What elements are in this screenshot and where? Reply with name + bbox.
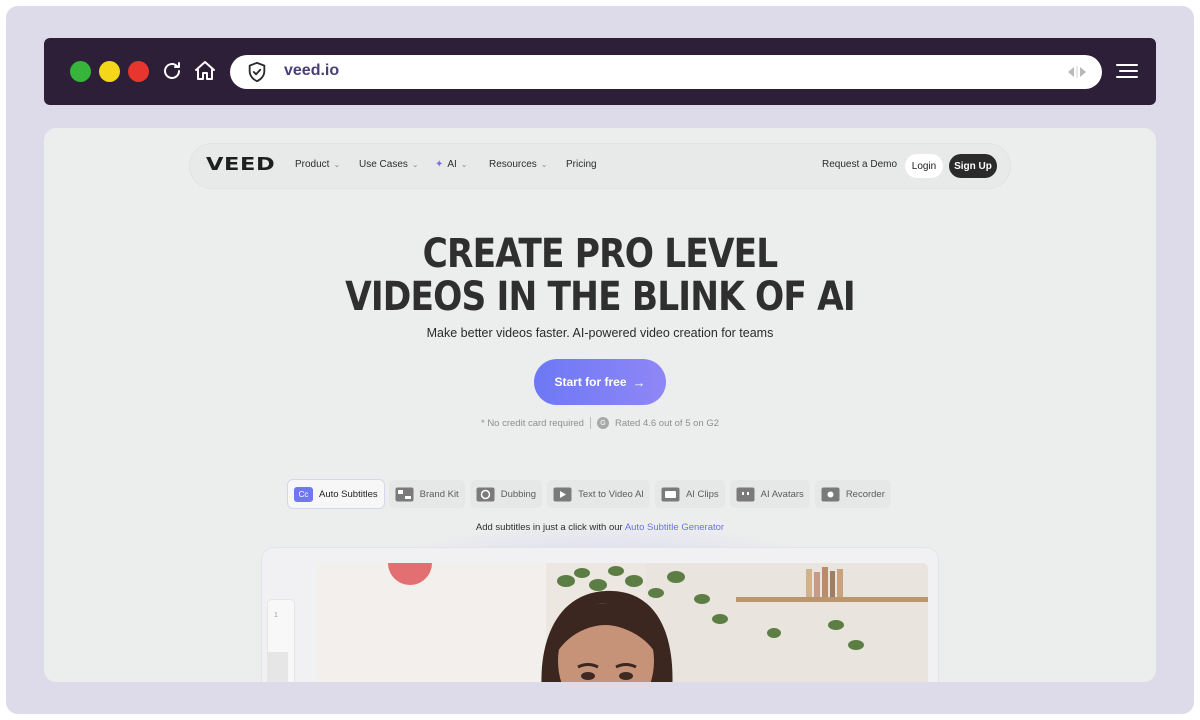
side-panel-strip — [268, 652, 288, 682]
lightning-icon: ✦ — [435, 159, 444, 170]
no-credit-card-note: * No credit card required — [480, 417, 584, 429]
request-demo-link[interactable]: Request a Demo — [822, 159, 897, 170]
tab-label: AI Clips — [685, 488, 719, 500]
rating-text: Rated 4.6 out of 5 on G2 — [614, 417, 719, 429]
signup-button[interactable]: Sign Up — [949, 154, 997, 178]
window-maximize-button[interactable] — [70, 61, 91, 82]
window-minimize-button[interactable] — [99, 61, 120, 82]
shelf — [736, 597, 928, 602]
feature-caption: Add subtitles in just a click with our A… — [44, 522, 1156, 533]
recorder-icon — [821, 487, 840, 501]
nav-item-ai[interactable]: ✦ AI ⌄ — [435, 159, 468, 170]
video-frame-illustration — [316, 563, 928, 682]
tab-label: Text to Video AI — [578, 488, 644, 500]
cta-label: Start for free — [554, 375, 627, 389]
nav-item-label: Use Cases — [359, 159, 408, 170]
tab-label: Auto Subtitles — [319, 488, 378, 500]
veed-logo[interactable]: VEED — [206, 154, 275, 175]
hero-title-line-1: CREATE PRO LEVEL — [422, 231, 779, 277]
brand-kit-icon — [395, 487, 414, 501]
home-icon[interactable] — [193, 59, 217, 83]
back-forward-icon[interactable] — [1066, 65, 1088, 79]
nav-item-product[interactable]: Product ⌄ — [295, 159, 340, 170]
tab-ai-avatars[interactable]: AI Avatars — [729, 480, 810, 508]
nav-item-pricing[interactable]: Pricing — [566, 159, 597, 170]
url-text[interactable]: veed.io — [284, 62, 339, 80]
tab-text-to-video-ai[interactable]: Text to Video AI — [547, 480, 650, 508]
tab-recorder[interactable]: Recorder — [814, 480, 891, 508]
login-button[interactable]: Login — [905, 154, 943, 178]
site-navbar: VEED Product ⌄ Use Cases ⌄ ✦ AI ⌄ Resour… — [190, 144, 1010, 188]
window-close-button[interactable] — [128, 61, 149, 82]
tab-dubbing[interactable]: Dubbing — [469, 480, 543, 508]
tab-label: Recorder — [845, 488, 885, 500]
tab-auto-subtitles[interactable]: Cc Auto Subtitles — [288, 480, 384, 508]
shield-icon — [248, 61, 266, 83]
hamburger-menu-icon[interactable] — [1116, 63, 1138, 79]
page-viewport: VEED Product ⌄ Use Cases ⌄ ✦ AI ⌄ Resour… — [44, 128, 1156, 682]
tab-brand-kit[interactable]: Brand Kit — [388, 480, 465, 508]
nav-item-label: Resources — [489, 159, 537, 170]
line-number: 1 — [274, 612, 278, 619]
arrow-right-icon: → — [632, 374, 646, 390]
chevron-down-icon: ⌄ — [540, 160, 548, 169]
trust-line: * No credit card required G Rated 4.6 ou… — [44, 417, 1156, 429]
nav-item-label: Pricing — [566, 159, 597, 170]
tab-label: Brand Kit — [419, 488, 459, 500]
editor-side-panel: 1 — [268, 600, 294, 682]
hero-title-line-2: VIDEOS IN THE BLINK OF AI — [345, 274, 856, 320]
chevron-down-icon: ⌄ — [333, 160, 341, 169]
tab-ai-clips[interactable]: AI Clips — [654, 480, 725, 508]
address-bar[interactable]: veed.io — [230, 55, 1102, 89]
dubbing-icon — [476, 487, 495, 501]
feature-tabs: Cc Auto Subtitles Brand Kit Dubbing Text — [288, 480, 891, 508]
tab-label: Dubbing — [500, 488, 537, 500]
tab-label: AI Avatars — [760, 488, 804, 500]
divider — [589, 417, 591, 429]
auto-subtitle-generator-link[interactable]: Auto Subtitle Generator — [625, 522, 724, 533]
browser-toolbar: veed.io — [44, 38, 1156, 105]
avatar-icon — [736, 487, 755, 501]
text-to-video-icon — [553, 487, 572, 501]
g2-icon: G — [596, 417, 609, 429]
nav-item-label: AI — [447, 159, 457, 170]
caption-text: Add subtitles in just a click with our — [475, 522, 623, 533]
hero-subtitle: Make better videos faster. AI-powered vi… — [426, 326, 774, 340]
subtitles-icon: Cc — [294, 486, 313, 502]
chevron-down-icon: ⌄ — [460, 160, 468, 169]
clips-icon — [661, 487, 680, 501]
nav-item-use-cases[interactable]: Use Cases ⌄ — [359, 159, 419, 170]
nav-item-label: Product — [295, 159, 330, 170]
nav-item-resources[interactable]: Resources ⌄ — [489, 159, 548, 170]
video-preview[interactable] — [316, 563, 928, 682]
chevron-down-icon: ⌄ — [411, 160, 419, 169]
start-for-free-button[interactable]: Start for free → — [534, 359, 666, 405]
reload-icon[interactable] — [160, 59, 184, 83]
